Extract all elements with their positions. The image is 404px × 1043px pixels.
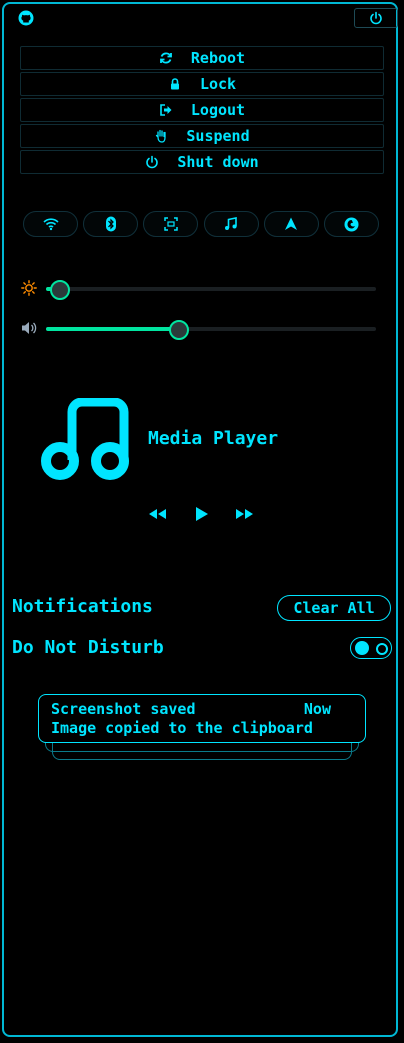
logout-icon	[159, 103, 173, 117]
bluetooth-icon	[105, 216, 116, 232]
suspend-button[interactable]: Suspend	[20, 124, 384, 148]
power-icon	[145, 155, 159, 169]
sun-icon	[20, 279, 38, 297]
dnd-label: Do Not Disturb	[12, 637, 164, 658]
notification-time: Now	[303, 700, 331, 718]
brightness-slider[interactable]	[20, 279, 380, 300]
firefox-button[interactable]	[323, 211, 379, 237]
wifi-icon	[42, 218, 59, 231]
clear-all-button[interactable]: Clear All	[277, 595, 391, 621]
play-button[interactable]	[191, 504, 213, 524]
bluetooth-toggle[interactable]	[83, 211, 139, 237]
notification-title: Screenshot saved	[51, 700, 196, 718]
play-icon	[196, 507, 208, 521]
lock-label: Lock	[199, 75, 237, 93]
power-icon	[370, 11, 382, 25]
notification-card[interactable]: Screenshot saved Now Image copied to the…	[38, 694, 366, 743]
fast-forward-icon	[236, 509, 253, 519]
previous-button[interactable]	[146, 504, 168, 524]
volume-track[interactable]	[46, 320, 376, 340]
refresh-icon	[159, 51, 173, 65]
reboot-button[interactable]: Reboot	[20, 46, 384, 70]
speaker-icon	[20, 319, 38, 337]
music-button[interactable]	[203, 211, 259, 237]
navigation-button[interactable]	[263, 211, 319, 237]
hand-icon	[154, 129, 168, 143]
suspend-label: Suspend	[186, 127, 250, 145]
volume-fill	[46, 327, 178, 331]
music-note-icon	[225, 217, 237, 230]
rewind-icon	[149, 509, 166, 519]
media-title: Media Player	[148, 428, 279, 449]
music-note-icon	[38, 397, 132, 484]
toggle-knob	[355, 641, 369, 655]
notification-body: Image copied to the clipboard	[51, 719, 313, 737]
navigation-icon	[285, 217, 298, 230]
shutdown-label: Shut down	[177, 153, 259, 171]
screenshot-button[interactable]	[143, 211, 199, 237]
lock-icon	[168, 77, 182, 91]
media-controls	[146, 504, 260, 524]
power-button[interactable]	[354, 8, 398, 28]
toggle-off-indicator	[376, 643, 388, 655]
wifi-toggle[interactable]	[23, 211, 78, 237]
reboot-label: Reboot	[190, 49, 246, 67]
github-icon[interactable]	[17, 9, 35, 27]
next-button[interactable]	[234, 504, 256, 524]
power-menu: Reboot Lock Logout Suspend Shut down	[20, 46, 384, 176]
logout-button[interactable]: Logout	[20, 98, 384, 122]
volume-slider[interactable]	[20, 319, 380, 340]
quick-settings	[23, 211, 379, 238]
brightness-track[interactable]	[46, 280, 376, 300]
volume-knob[interactable]	[169, 320, 189, 340]
screenshot-icon	[164, 217, 178, 231]
notification-stack-shadow-1	[45, 742, 359, 752]
shutdown-button[interactable]: Shut down	[20, 150, 384, 174]
logout-label: Logout	[190, 101, 246, 119]
dnd-toggle[interactable]	[350, 637, 392, 659]
firefox-icon	[344, 217, 359, 231]
notifications-heading: Notifications	[12, 596, 153, 617]
brightness-knob[interactable]	[50, 280, 71, 300]
lock-button[interactable]: Lock	[20, 72, 384, 96]
